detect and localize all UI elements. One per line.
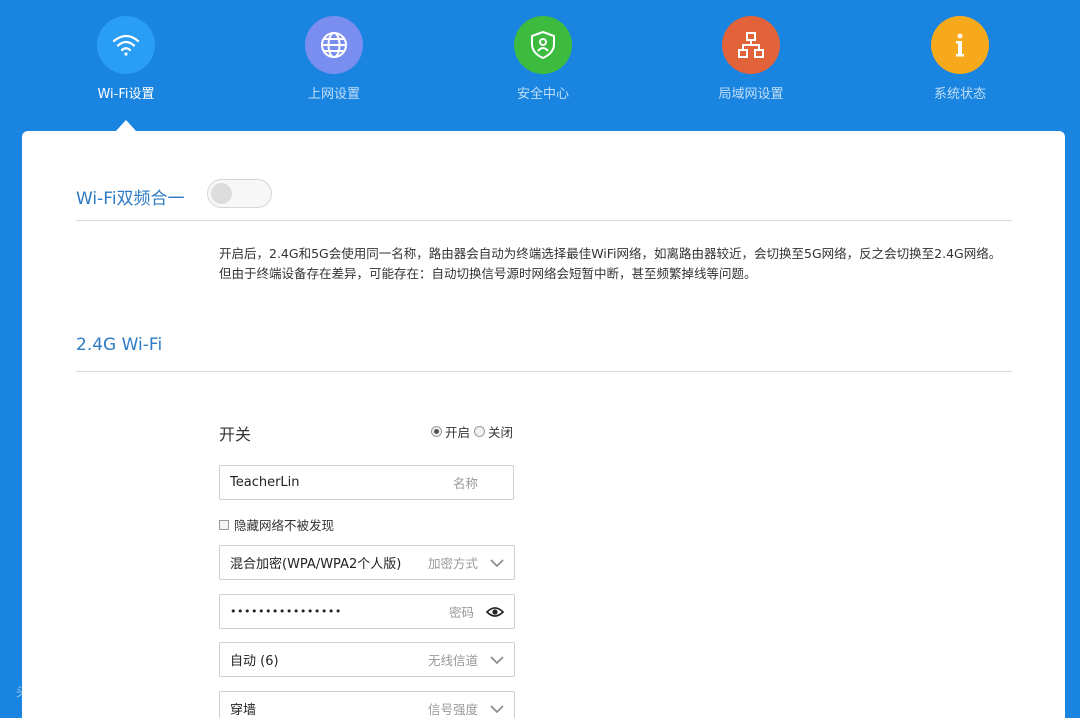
switch-label: 开关 (219, 425, 252, 444)
wifi-name-hint: 名称 (452, 476, 478, 491)
signal-strength-hint: 信号强度 (427, 702, 478, 717)
password-input[interactable]: •••••••••••••••• 密码 (219, 594, 515, 629)
dual-band-description: 开启后，2.4G和5G会使用同一名称，路由器会自动为终端选择最佳WiFi网络，如… (219, 244, 1019, 284)
nav-item-wifi[interactable]: Wi-Fi设置 (46, 16, 206, 102)
nav-label-internet: 上网设置 (307, 87, 360, 102)
signal-strength-select[interactable]: 穿墙 信号强度 (219, 691, 515, 718)
channel-value: 自动 (6) (230, 654, 279, 669)
wifi-name-value[interactable]: TeacherLin (230, 475, 447, 490)
section-divider (76, 371, 1012, 372)
info-icon (931, 16, 989, 74)
shield-icon (514, 16, 572, 74)
signal-strength-value: 穿墙 (230, 703, 257, 718)
wifi-name-input[interactable]: TeacherLin 名称 (219, 465, 514, 500)
lan-icon (722, 16, 780, 74)
nav-item-internet[interactable]: 上网设置 (254, 16, 414, 102)
nav-label-wifi: Wi-Fi设置 (97, 87, 155, 102)
hide-network-row: 隐藏网络不被发现 (219, 515, 334, 534)
encryption-value: 混合加密(WPA/WPA2个人版) (230, 557, 402, 572)
description-line-2: 但由于终端设备存在差异，可能存在：自动切换信号源时网络会短暂中断，甚至频繁掉线等… (219, 266, 757, 281)
toggle-knob (211, 183, 232, 204)
nav-label-status: 系统状态 (933, 87, 986, 102)
section-divider (76, 220, 1012, 221)
chevron-down-icon (490, 558, 504, 567)
globe-icon (305, 16, 363, 74)
active-tab-pointer (116, 120, 136, 131)
encryption-hint: 加密方式 (427, 556, 478, 571)
channel-select[interactable]: 自动 (6) 无线信道 (219, 642, 515, 677)
radio-on-dot[interactable] (431, 426, 442, 437)
nav-item-security[interactable]: 安全中心 (463, 16, 623, 102)
radio-off[interactable]: 关闭 (474, 422, 513, 441)
wifi-24g-title: 2.4G Wi-Fi (76, 335, 163, 355)
dual-band-toggle[interactable] (207, 179, 272, 208)
wifi-icon (97, 16, 155, 74)
channel-hint: 无线信道 (427, 653, 478, 668)
password-hint: 密码 (448, 605, 474, 620)
watermark: 头条@会情极致老师 (16, 685, 127, 699)
eye-icon[interactable] (486, 606, 504, 618)
radio-on[interactable]: 开启 (431, 422, 470, 441)
description-line-1: 开启后，2.4G和5G会使用同一名称，路由器会自动为终端选择最佳WiFi网络，如… (219, 246, 1002, 261)
top-nav: Wi-Fi设置 上网设置 安全中心 局域网设置 系统状态 (0, 0, 1080, 132)
radio-on-label: 开启 (445, 425, 471, 440)
switch-radio-group: 开启 关闭 (431, 422, 517, 441)
nav-item-status[interactable]: 系统状态 (880, 16, 1040, 102)
dual-band-title: Wi-Fi双频合一 (76, 189, 185, 209)
encryption-select[interactable]: 混合加密(WPA/WPA2个人版) 加密方式 (219, 545, 515, 580)
chevron-down-icon (490, 704, 504, 713)
nav-label-lan: 局域网设置 (718, 87, 784, 102)
settings-panel: Wi-Fi双频合一 开启后，2.4G和5G会使用同一名称，路由器会自动为终端选择… (22, 131, 1065, 718)
nav-label-security: 安全中心 (516, 87, 569, 102)
hide-network-label: 隐藏网络不被发现 (234, 518, 335, 533)
radio-off-dot[interactable] (474, 426, 486, 437)
nav-item-lan[interactable]: 局域网设置 (671, 16, 831, 102)
password-value[interactable]: •••••••••••••••• (230, 605, 443, 618)
radio-off-label: 关闭 (488, 425, 514, 440)
hide-network-checkbox[interactable] (219, 519, 229, 530)
chevron-down-icon (490, 655, 504, 664)
